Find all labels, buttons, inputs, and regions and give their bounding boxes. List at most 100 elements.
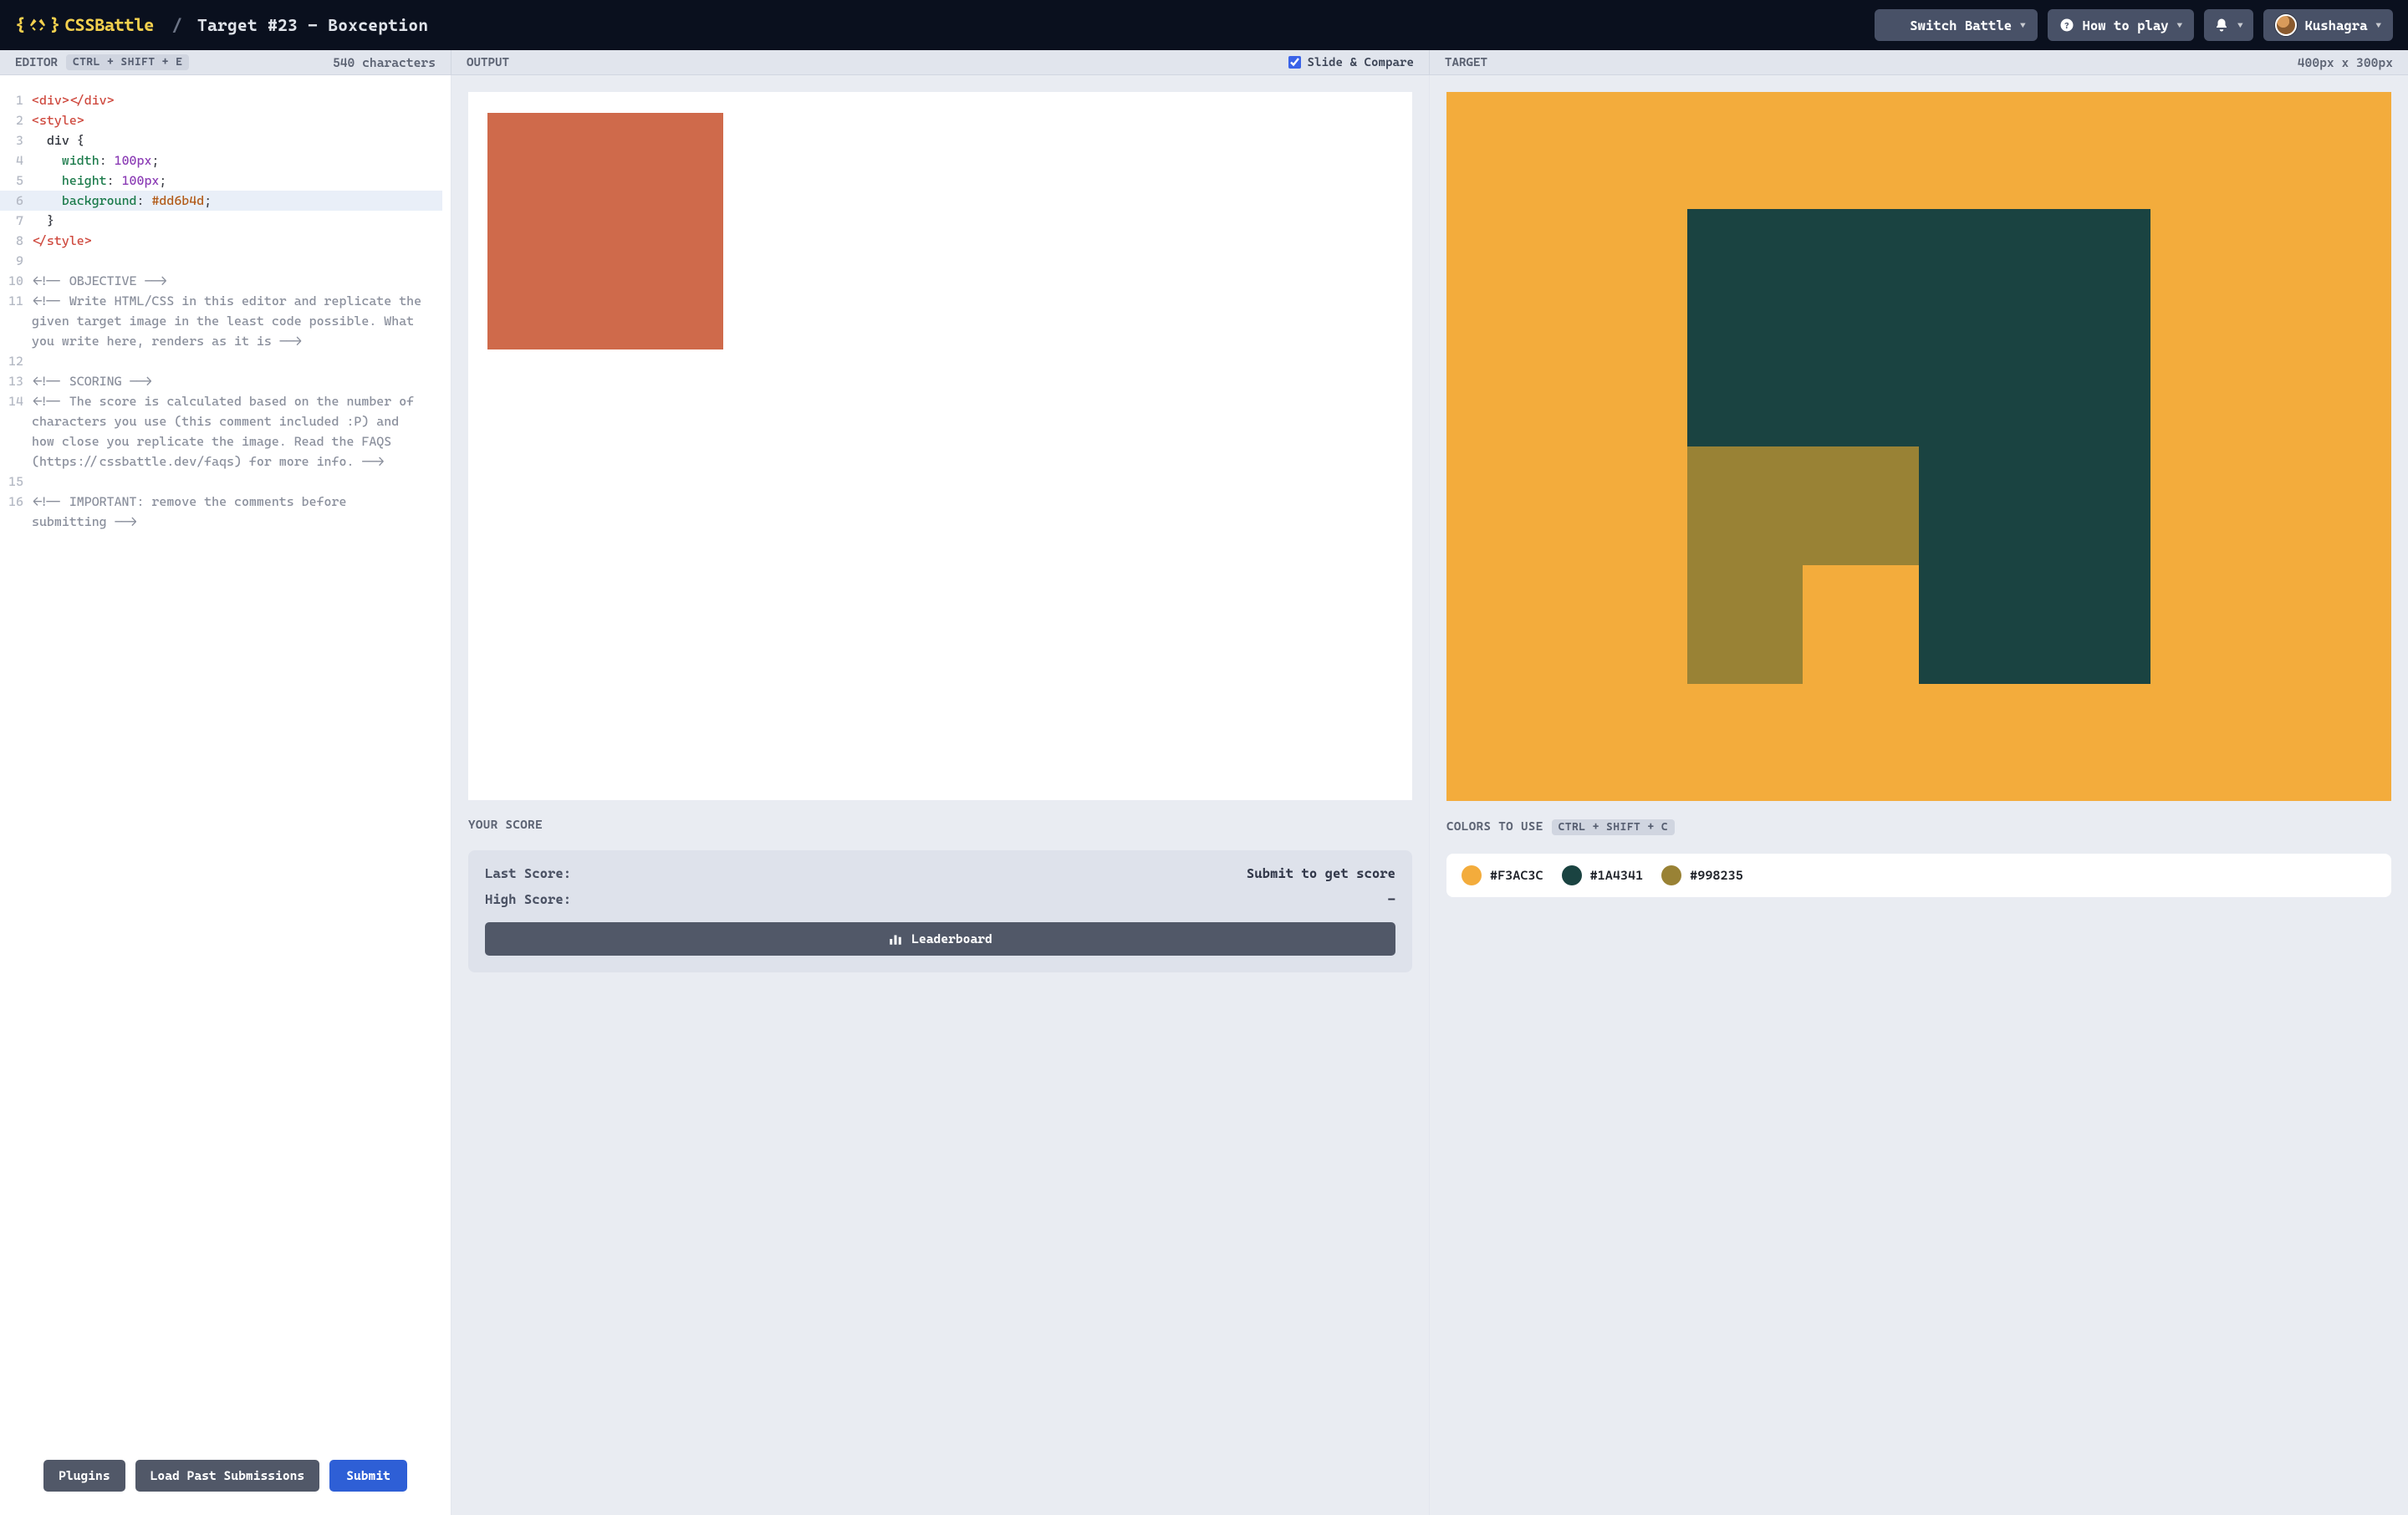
slide-compare-label: Slide & Compare (1308, 56, 1414, 69)
brand-name: CSSBattle (65, 15, 154, 35)
leaderboard-label: Leaderboard (911, 931, 992, 946)
code-line[interactable]: 7 } (0, 211, 442, 231)
breadcrumb: / Target #23 - Boxception (167, 15, 429, 35)
code-content: <!-- The score is calculated based on th… (32, 391, 442, 472)
colors-box: #F3AC3C #1A4341 #998235 (1446, 854, 2391, 897)
submit-button[interactable]: Submit (329, 1460, 407, 1492)
code-content: width: 100px; (32, 150, 442, 171)
color-swatch-item[interactable]: #F3AC3C (1462, 865, 1543, 885)
line-number: 8 (0, 231, 32, 251)
editor-header: EDITOR CTRL + SHIFT + E 540 characters (0, 50, 452, 74)
score-box: Last Score: Submit to get score High Sco… (468, 850, 1412, 972)
code-content: } (32, 211, 442, 231)
editor-title: EDITOR (15, 56, 58, 69)
how-to-play-label: How to play (2083, 18, 2169, 33)
code-line[interactable]: 9 (0, 251, 442, 271)
color-hex-label: #998235 (1690, 868, 1743, 883)
code-content: <!-- Write HTML/CSS in this editor and r… (32, 291, 442, 351)
editor-actions: Plugins Load Past Submissions Submit (0, 1448, 451, 1515)
chevron-down-icon: ▼ (2376, 20, 2381, 31)
chevron-down-icon: ▼ (2020, 20, 2025, 31)
slide-compare-toggle[interactable]: Slide & Compare (1288, 56, 1414, 69)
user-menu-button[interactable]: Kushagra ▼ (2263, 9, 2393, 41)
logo[interactable]: { } CSSBattle (15, 15, 154, 35)
slide-compare-checkbox[interactable] (1288, 56, 1301, 69)
output-header: OUTPUT Slide & Compare (452, 50, 1430, 74)
code-line[interactable]: 5 height: 100px; (0, 171, 442, 191)
swords-icon (30, 18, 45, 33)
code-content: height: 100px; (32, 171, 442, 191)
target-column: COLORS TO USE CTRL + SHIFT + C #F3AC3C #1… (1430, 75, 2408, 1515)
avatar (2275, 14, 2297, 36)
plugins-button[interactable]: Plugins (43, 1460, 125, 1492)
line-number: 7 (0, 211, 32, 231)
color-hex-label: #1A4341 (1590, 868, 1644, 883)
code-content: background: #dd6b4d; (32, 191, 442, 211)
code-content (32, 251, 442, 271)
code-line[interactable]: 1<div></div> (0, 90, 442, 110)
output-preview[interactable] (468, 92, 1412, 800)
target-preview (1446, 92, 2391, 801)
high-score-value: - (1388, 891, 1395, 907)
switch-battle-button[interactable]: Switch Battle ▼ (1875, 9, 2037, 41)
code-line[interactable]: 13<!-- SCORING --> (0, 371, 442, 391)
code-content: div { (32, 130, 442, 150)
code-line[interactable]: 10<!-- OBJECTIVE --> (0, 271, 442, 291)
notifications-button[interactable]: ▼ (2204, 9, 2252, 41)
output-title: OUTPUT (467, 56, 509, 69)
code-content: <style> (32, 110, 442, 130)
code-line[interactable]: 4 width: 100px; (0, 150, 442, 171)
line-number: 13 (0, 371, 32, 391)
editor-column: 1<div></div>2<style>3 div {4 width: 100p… (0, 75, 452, 1515)
how-to-play-button[interactable]: ? How to play ▼ (2048, 9, 2195, 41)
main-grid: 1<div></div>2<style>3 div {4 width: 100p… (0, 75, 2408, 1515)
breadcrumb-title: Target #23 - Boxception (197, 15, 428, 35)
breadcrumb-slash: / (172, 15, 182, 35)
logo-brace-right: } (50, 15, 60, 35)
colors-title-label: COLORS TO USE (1446, 820, 1543, 834)
last-score-value: Submit to get score (1247, 865, 1395, 881)
target-title: TARGET (1445, 56, 1487, 69)
code-line[interactable]: 6 background: #dd6b4d; (0, 191, 442, 211)
code-line[interactable]: 14<!-- The score is calculated based on … (0, 391, 442, 472)
panel-header-row: EDITOR CTRL + SHIFT + E 540 characters O… (0, 50, 2408, 75)
code-line[interactable]: 2<style> (0, 110, 442, 130)
editor-shortcut: CTRL + SHIFT + E (66, 54, 189, 70)
code-line[interactable]: 12 (0, 351, 442, 371)
load-past-button[interactable]: Load Past Submissions (135, 1460, 320, 1492)
colors-shortcut: CTRL + SHIFT + C (1552, 819, 1675, 835)
code-line[interactable]: 8</style> (0, 231, 442, 251)
output-column: YOUR SCORE Last Score: Submit to get sco… (452, 75, 1430, 1515)
color-swatch-item[interactable]: #998235 (1661, 865, 1743, 885)
code-content (32, 351, 442, 371)
color-swatch (1661, 865, 1681, 885)
code-editor[interactable]: 1<div></div>2<style>3 div {4 width: 100p… (0, 75, 451, 1448)
line-number: 16 (0, 492, 32, 532)
color-hex-label: #F3AC3C (1490, 868, 1543, 883)
color-swatch (1462, 865, 1482, 885)
logo-brace-left: { (15, 15, 25, 35)
code-line[interactable]: 15 (0, 472, 442, 492)
code-content: <!-- IMPORTANT: remove the comments befo… (32, 492, 442, 532)
target-dimensions: 400px x 300px (2298, 55, 2393, 70)
line-number: 3 (0, 130, 32, 150)
code-line[interactable]: 16<!-- IMPORTANT: remove the comments be… (0, 492, 442, 532)
bars-icon (888, 931, 903, 946)
leaderboard-button[interactable]: Leaderboard (485, 922, 1395, 956)
char-count: 540 characters (333, 55, 436, 70)
color-swatch-item[interactable]: #1A4341 (1562, 865, 1644, 885)
code-content: <!-- SCORING --> (32, 371, 442, 391)
code-content: <div></div> (32, 90, 442, 110)
code-content: <!-- OBJECTIVE --> (32, 271, 442, 291)
code-line[interactable]: 3 div { (0, 130, 442, 150)
target-shape-yellow-notch (1803, 565, 1919, 684)
swords-icon (1886, 18, 1901, 33)
top-bar: { } CSSBattle / Target #23 - Boxception … (0, 0, 2408, 50)
code-line[interactable]: 11<!-- Write HTML/CSS in this editor and… (0, 291, 442, 351)
last-score-row: Last Score: Submit to get score (485, 865, 1395, 881)
line-number: 1 (0, 90, 32, 110)
line-number: 12 (0, 351, 32, 371)
line-number: 14 (0, 391, 32, 472)
line-number: 2 (0, 110, 32, 130)
bell-icon (2214, 18, 2229, 33)
